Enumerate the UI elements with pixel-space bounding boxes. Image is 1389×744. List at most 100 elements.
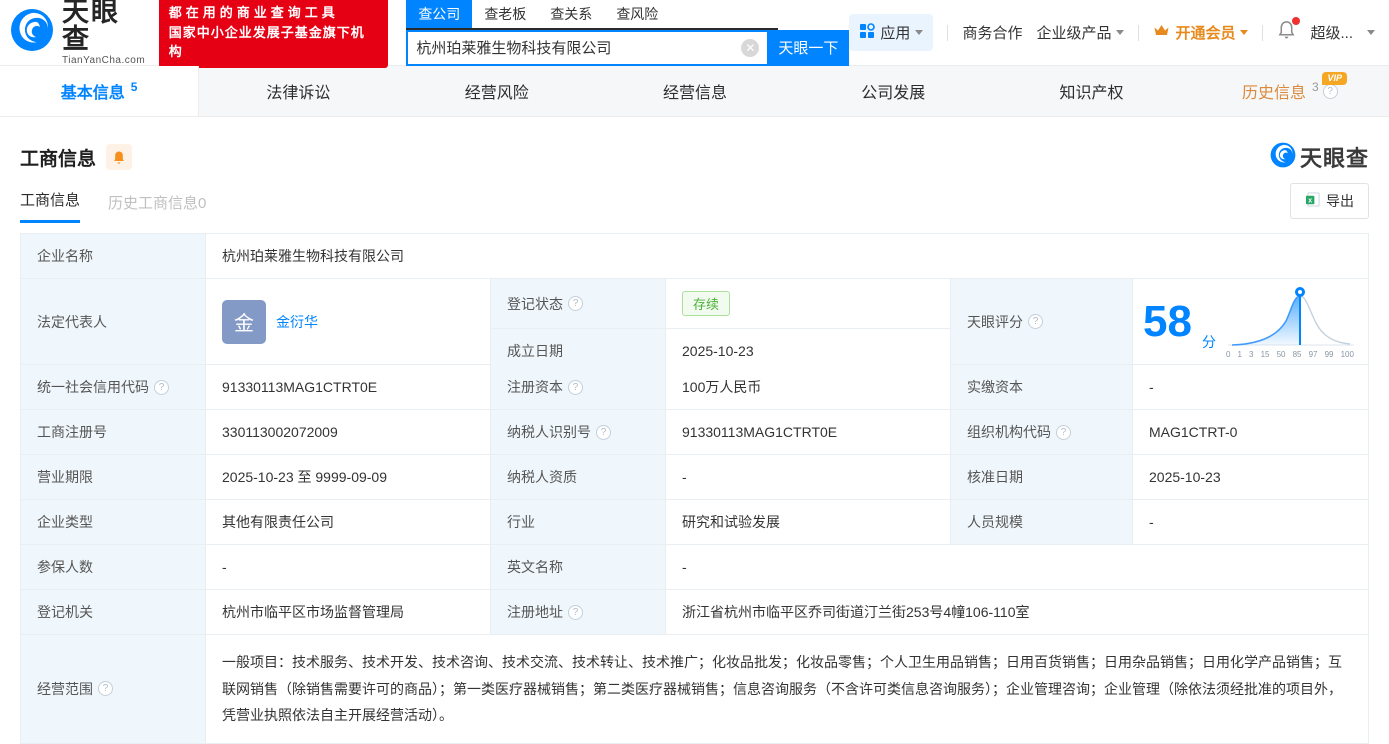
field-label: 人员规模	[951, 500, 1133, 544]
search-tab-relation[interactable]: 查关系	[538, 0, 604, 28]
paid-capital-value: -	[1133, 365, 1368, 409]
avatar: 金	[222, 299, 266, 344]
promo-line1: 都在用的商业查询工具	[168, 5, 339, 21]
menu-account[interactable]: 超级...	[1310, 22, 1353, 43]
menu-open-vip[interactable]: 开通会员	[1153, 22, 1249, 43]
help-icon[interactable]: ?	[568, 379, 583, 395]
field-label: 企业名称	[21, 234, 206, 278]
crown-icon	[1153, 23, 1170, 42]
approve-date-value: 2025-10-23	[1133, 455, 1368, 499]
field-label: 纳税人资质	[491, 455, 666, 499]
chevron-down-icon	[1240, 30, 1249, 35]
top-header: 天眼查 TianYanCha.com 都在用的商业查询工具 国家中小企业发展子基…	[0, 0, 1389, 68]
legal-rep-link[interactable]: 金衍华	[276, 312, 318, 332]
tianyancha-logo[interactable]: 天眼查 TianYanCha.com	[10, 0, 149, 66]
promo-banner[interactable]: 都在用的商业查询工具 国家中小企业发展子基金旗下机构	[158, 0, 389, 68]
company-name-value: 杭州珀莱雅生物科技有限公司	[206, 234, 1368, 278]
tab-operating-info[interactable]: 经营信息	[596, 66, 794, 116]
search-tab-risk[interactable]: 查风险	[604, 0, 670, 28]
field-label: 实缴资本	[951, 365, 1133, 409]
tab-development-label: 公司发展	[861, 85, 926, 102]
field-label: 登记机关	[21, 590, 206, 634]
menu-apps-label: 应用	[880, 25, 911, 42]
menu-vip-label: 开通会员	[1175, 25, 1236, 42]
notification-bell[interactable]	[1277, 17, 1301, 45]
table-row: 经营范围 ? 一般项目：技术服务、技术开发、技术咨询、技术交流、技术转让、技术推…	[21, 635, 1368, 743]
field-label: 英文名称	[491, 545, 666, 589]
tab-history-count: 3	[1311, 80, 1319, 94]
subtab-history-business-info[interactable]: 历史工商信息0	[108, 192, 206, 223]
field-label: 纳税人识别号 ?	[491, 410, 666, 454]
credit-code-label: 统一社会信用代码	[37, 379, 149, 395]
score-unit: 分	[1201, 334, 1216, 350]
top-menu: 应用 商务合作 企业级产品 开通会员 超级...	[849, 14, 1375, 51]
chevron-down-icon	[1116, 30, 1125, 35]
reg-status-label: 登记状态	[507, 295, 563, 312]
help-icon[interactable]: ?	[568, 604, 583, 620]
table-row: 法定代表人 金 金衍华 登记状态 ? 存续 成立日期 2025-10-23 天眼…	[21, 279, 1368, 373]
field-label: 经营范围 ?	[21, 635, 206, 743]
notification-dot	[1292, 17, 1301, 25]
tab-intellectual-property[interactable]: 知识产权	[992, 66, 1190, 116]
tab-basic-info[interactable]: 基本信息 5	[0, 66, 200, 116]
watermark-logo: 天眼查	[1270, 141, 1369, 173]
help-icon[interactable]: ?	[154, 379, 169, 395]
search-area: 查公司 查老板 查关系 查风险 ✕ 天眼一下	[406, 0, 850, 66]
clear-icon[interactable]: ✕	[741, 38, 760, 57]
field-label: 企业类型	[21, 500, 206, 544]
help-icon[interactable]: ?	[98, 681, 113, 697]
staff-size-value: -	[1133, 500, 1368, 544]
divider	[1262, 24, 1264, 41]
search-tab-boss[interactable]: 查老板	[472, 0, 538, 28]
field-label: 营业期限	[21, 455, 206, 499]
search-box: ✕	[406, 29, 768, 66]
search-tab-company[interactable]: 查公司	[406, 0, 473, 28]
tab-company-development[interactable]: 公司发展	[794, 66, 992, 116]
legal-rep-cell: 金 金衍华	[206, 279, 491, 364]
status-badge: 存续	[682, 291, 731, 316]
subtab-business-info[interactable]: 工商信息	[20, 189, 81, 223]
reg-authority-value: 杭州市临平区市场监督管理局	[206, 590, 491, 634]
logo-domain: TianYanCha.com	[62, 55, 146, 66]
search-button[interactable]: 天眼一下	[767, 29, 850, 66]
reg-address-value: 浙江省杭州市临平区乔司街道汀兰街253号4幢106-110室	[666, 590, 1368, 634]
tianyancha-logo-icon	[10, 8, 54, 57]
table-row: 统一社会信用代码 ? 91330113MAG1CTRT0E 注册资本 ? 100…	[21, 365, 1368, 410]
field-label: 登记状态 ?	[491, 279, 666, 328]
taxpayer-id-value: 91330113MAG1CTRT0E	[666, 410, 951, 454]
help-icon[interactable]: ?	[1056, 424, 1071, 440]
reg-status-cell: 存续	[666, 279, 950, 328]
help-icon[interactable]: ?	[1028, 314, 1043, 329]
credit-code-value: 91330113MAG1CTRT0E	[206, 365, 491, 409]
search-tabs: 查公司 查老板 查关系 查风险	[406, 0, 779, 30]
score-chart-ticks: 0 1 3 15 50 85 97 99 100	[1225, 349, 1354, 359]
table-row: 营业期限 2025-10-23 至 9999-09-09 纳税人资质 - 核准日…	[21, 455, 1368, 500]
help-icon[interactable]: ?	[596, 424, 611, 440]
menu-apps[interactable]: 应用	[849, 14, 934, 51]
menu-enterprise-products[interactable]: 企业级产品	[1036, 22, 1125, 43]
help-icon[interactable]: ?	[568, 296, 583, 311]
tab-legal-proceedings[interactable]: 法律诉讼	[199, 66, 397, 116]
svg-text:x: x	[1308, 198, 1312, 205]
tab-history-info[interactable]: VIP 历史信息 3 ?	[1191, 66, 1389, 116]
help-icon[interactable]: ?	[1322, 83, 1338, 99]
score-value: 58	[1143, 296, 1192, 346]
export-label: 导出	[1326, 193, 1354, 209]
logo-title: 天眼查	[62, 0, 120, 54]
menu-biz-cooperation[interactable]: 商务合作	[962, 22, 1022, 43]
subscribe-bell-icon[interactable]	[106, 144, 133, 170]
score-distribution-chart[interactable]: 0 1 3 15 50 85 97 99 100	[1226, 285, 1356, 359]
watermark-text: 天眼查	[1299, 146, 1369, 171]
taxpayer-id-label: 纳税人识别号	[507, 424, 591, 440]
table-row: 参保人数 - 英文名称 -	[21, 545, 1368, 590]
chevron-down-icon	[1367, 30, 1375, 35]
tab-basic-info-label: 基本信息	[60, 85, 125, 102]
export-button[interactable]: x 导出	[1290, 183, 1369, 219]
field-label: 行业	[491, 500, 666, 544]
insured-count-value: -	[206, 545, 491, 589]
tab-legal-label: 法律诉讼	[266, 85, 331, 102]
apps-grid-icon	[859, 22, 876, 43]
search-input[interactable]	[408, 39, 742, 56]
field-label: 工商注册号	[21, 410, 206, 454]
tab-operating-risk[interactable]: 经营风险	[398, 66, 596, 116]
